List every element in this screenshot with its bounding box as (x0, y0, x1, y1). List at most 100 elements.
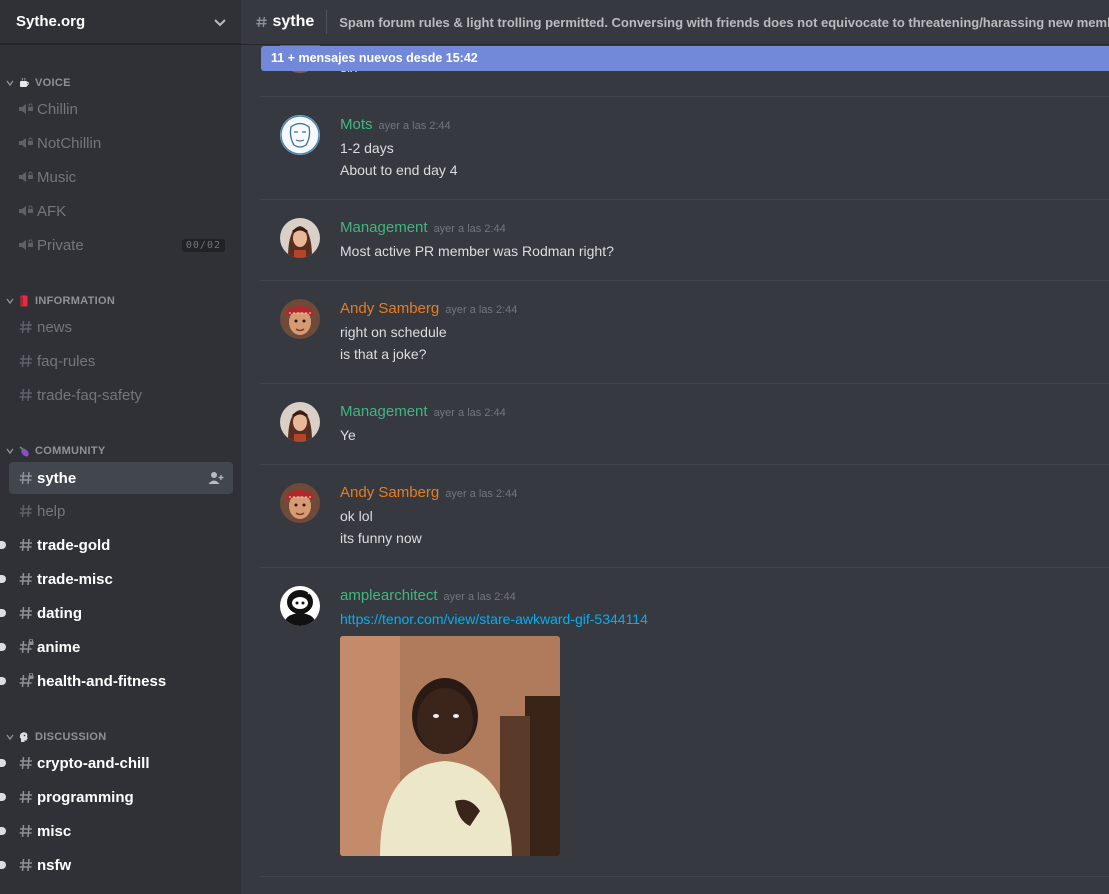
voice-channel-afk[interactable]: AFK (9, 195, 233, 227)
author-name: Management (340, 403, 428, 420)
text-channel-crypto-and-chill[interactable]: crypto-and-chill (0, 747, 233, 779)
channel-name: Chillin (37, 100, 78, 118)
text-channel-news[interactable]: news (9, 311, 233, 343)
channel-name: trade-faq-safety (37, 386, 143, 404)
unread-indicator (0, 793, 6, 801)
channel-name: nsfw (37, 856, 72, 874)
text-channel-trade-misc[interactable]: trade-misc (0, 563, 233, 595)
message-text: ok lol (340, 508, 373, 524)
avatar[interactable] (280, 218, 320, 258)
message-timestamp: ayer a las 2:44 (433, 407, 506, 419)
header-divider (326, 10, 328, 34)
server-header[interactable]: Sythe.org (0, 0, 241, 44)
lock-speaker-icon (19, 137, 33, 148)
channel-topic[interactable]: Spam forum rules & light trolling permit… (339, 15, 1109, 30)
category-discussion[interactable]: DISCUSSION (6, 728, 106, 746)
portrait-avatar (280, 483, 320, 523)
unread-indicator (0, 609, 6, 617)
text-channel-help[interactable]: help (9, 495, 233, 527)
hash-icon (19, 790, 32, 804)
message-author[interactable]: Management ayer a las 2:44 (340, 403, 506, 420)
text-channel-health-and-fitness[interactable]: health-and-fitness (0, 665, 233, 697)
category-information[interactable]: INFORMATION (6, 292, 115, 310)
text-channel-nsfw[interactable]: nsfw (0, 849, 233, 881)
message-author[interactable]: amplearchitect ayer a las 2:44 (340, 587, 516, 604)
hash-icon (19, 354, 32, 368)
category-community[interactable]: COMMUNITY (6, 442, 106, 460)
hash-icon (19, 572, 32, 586)
message-text: its funny now (340, 530, 422, 546)
text-channel-sythe[interactable]: sythe (9, 462, 233, 494)
voice-channel-music[interactable]: Music (9, 161, 233, 193)
chevron-down-icon (214, 18, 226, 26)
hash-icon (19, 504, 32, 518)
author-name: Mots (340, 116, 373, 133)
sketch-face-avatar (280, 115, 320, 155)
message: Management ayer a las 2:44 Ye (260, 384, 1109, 465)
avatar[interactable] (280, 402, 320, 442)
category-label: INFORMATION (35, 295, 116, 307)
text-channel-programming[interactable]: programming (0, 781, 233, 813)
avatar[interactable] (280, 299, 320, 339)
channel-title: sythe (272, 13, 315, 30)
text-channel-trade-gold[interactable]: trade-gold (0, 529, 233, 561)
add-user-icon[interactable] (208, 471, 224, 485)
message-text: Ye (340, 427, 356, 443)
voice-channel-notchillin[interactable]: NotChillin (9, 127, 233, 159)
category-label: DISCUSSION (35, 731, 107, 743)
channel-sidebar: Sythe.org VOICE Chillin NotChillin Music… (0, 0, 241, 894)
message-author[interactable]: Andy Samberg ayer a las 2:44 (340, 484, 517, 501)
message: Andy Samberg ayer a las 2:44 ok lol its f… (260, 465, 1109, 568)
message-timestamp: ayer a las 2:44 (378, 120, 451, 132)
new-messages-bar[interactable]: 11 + mensajes nuevos desde 15:42 (261, 46, 1109, 71)
unread-indicator (0, 643, 6, 651)
text-channel-anime[interactable]: anime (0, 631, 233, 663)
text-channel-faq-rules[interactable]: faq-rules (9, 345, 233, 377)
channel-name: health-and-fitness (37, 672, 167, 690)
avatar[interactable] (280, 586, 320, 626)
voice-channel-private[interactable]: Private 00/02 (9, 229, 233, 261)
channel-name: crypto-and-chill (37, 754, 150, 772)
message: amplearchitect ayer a las 2:44 https://te… (260, 568, 1109, 877)
hash-icon (19, 606, 32, 620)
message-author[interactable]: Mots ayer a las 2:44 (340, 116, 451, 133)
unread-indicator (0, 827, 6, 835)
chat-area: sythe Spam forum rules & light trolling … (241, 0, 1109, 894)
text-channel-trade-faq-safety[interactable]: trade-faq-safety (9, 379, 233, 411)
category-voice[interactable]: VOICE (6, 74, 71, 92)
message: Mots ayer a las 2:44 1-2 days About to en… (260, 97, 1109, 200)
chevron-down-icon (6, 734, 14, 741)
hash-icon (19, 320, 32, 334)
user-limit-badge: 00/02 (181, 238, 225, 252)
chevron-down-icon (6, 80, 14, 87)
lock-speaker-icon (19, 171, 33, 182)
channel-name: programming (37, 788, 134, 806)
locked-hash-icon (19, 639, 34, 654)
unread-indicator (0, 861, 6, 869)
voice-channel-chillin[interactable]: Chillin (9, 93, 233, 125)
book-icon (20, 295, 28, 307)
message: Andy Samberg ayer a las 2:44 right on sch… (260, 281, 1109, 384)
avatar[interactable] (280, 483, 320, 523)
chevron-down-icon (6, 298, 14, 305)
author-name: Andy Samberg (340, 484, 440, 501)
chevron-down-icon (6, 448, 14, 455)
text-channel-dating[interactable]: dating (0, 597, 233, 629)
message-author[interactable]: Management ayer a las 2:44 (340, 219, 506, 236)
message-timestamp: ayer a las 2:44 (443, 591, 516, 603)
portrait-avatar (280, 402, 320, 442)
unread-indicator (0, 541, 6, 549)
portrait-avatar (280, 218, 320, 258)
channel-name: faq-rules (37, 352, 96, 370)
avatar[interactable] (280, 115, 320, 155)
channel-name: misc (37, 822, 72, 840)
message-timestamp: ayer a las 2:44 (445, 304, 518, 316)
lock-speaker-icon (19, 239, 33, 250)
message-author[interactable]: Andy Samberg ayer a las 2:44 (340, 300, 517, 317)
text-channel-misc[interactable]: misc (0, 815, 233, 847)
gif-embed[interactable] (340, 636, 560, 856)
hash-icon (19, 538, 32, 552)
message-text: is that a joke? (340, 346, 427, 362)
locked-hash-icon (19, 673, 34, 688)
message-link[interactable]: https://tenor.com/view/stare-awkward-gif… (340, 611, 648, 627)
